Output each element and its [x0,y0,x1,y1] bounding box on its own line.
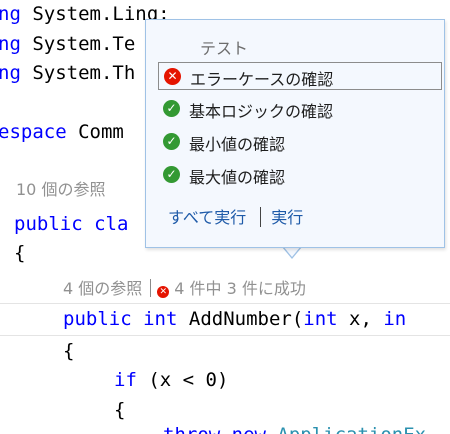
check-circle-icon: ✓ [163,100,180,117]
run-link[interactable]: 実行 [271,208,303,227]
code-line-class-declaration: public cla [14,213,129,235]
code-line-class-brace: { [14,242,26,264]
test-results-popup: テスト ✕ エラーケースの確認 ✓ 基本ロジックの確認 ✓ 最小値の確認 ✓ 最… [145,19,445,248]
popup-actions: すべて実行 実行 [168,204,303,228]
test-item-label: 最小値の確認 [189,135,286,154]
code-line-using-threading: ng System.Th [0,62,136,84]
x-circle-icon: ✕ [157,286,170,298]
check-circle-icon: ✓ [163,133,180,150]
check-circle-icon: ✓ [163,166,180,183]
x-circle-icon: ✕ [164,68,181,85]
codelens-separator [150,279,152,297]
test-item-label: エラーケースの確認 [190,70,334,89]
test-item-error-case[interactable]: ✕ エラーケースの確認 [158,62,442,90]
code-line-method-brace: { [63,340,75,362]
popup-header: テスト [200,39,249,58]
test-item-basic-logic[interactable]: ✓ 基本ロジックの確認 [158,95,442,123]
code-line-using-text: ng System.Te [0,33,136,55]
codelens-row: 4 個の参照 ✕ 4 件中 3 件に成功 [63,279,306,299]
code-line-namespace: espace Comm [0,121,124,143]
code-line-if: if (x < 0) [114,369,229,391]
run-all-link[interactable]: すべて実行 [168,208,246,227]
method-test-status[interactable]: ✕ 4 件中 3 件に成功 [157,279,306,298]
test-item-max-value[interactable]: ✓ 最大値の確認 [158,161,442,189]
test-item-label: 最大値の確認 [189,168,286,187]
class-reference-count[interactable]: 10 個の参照 [16,180,105,200]
test-item-label: 基本ロジックの確認 [189,102,334,121]
test-item-min-value[interactable]: ✓ 最小値の確認 [158,128,442,156]
actions-separator [260,207,262,227]
code-line-if-brace: { [114,399,126,421]
code-line-method-declaration: public int AddNumber(int x, in [63,308,407,330]
code-line-throw: throw new ApplicationEx [163,424,426,434]
method-reference-count[interactable]: 4 個の参照 [63,279,142,298]
